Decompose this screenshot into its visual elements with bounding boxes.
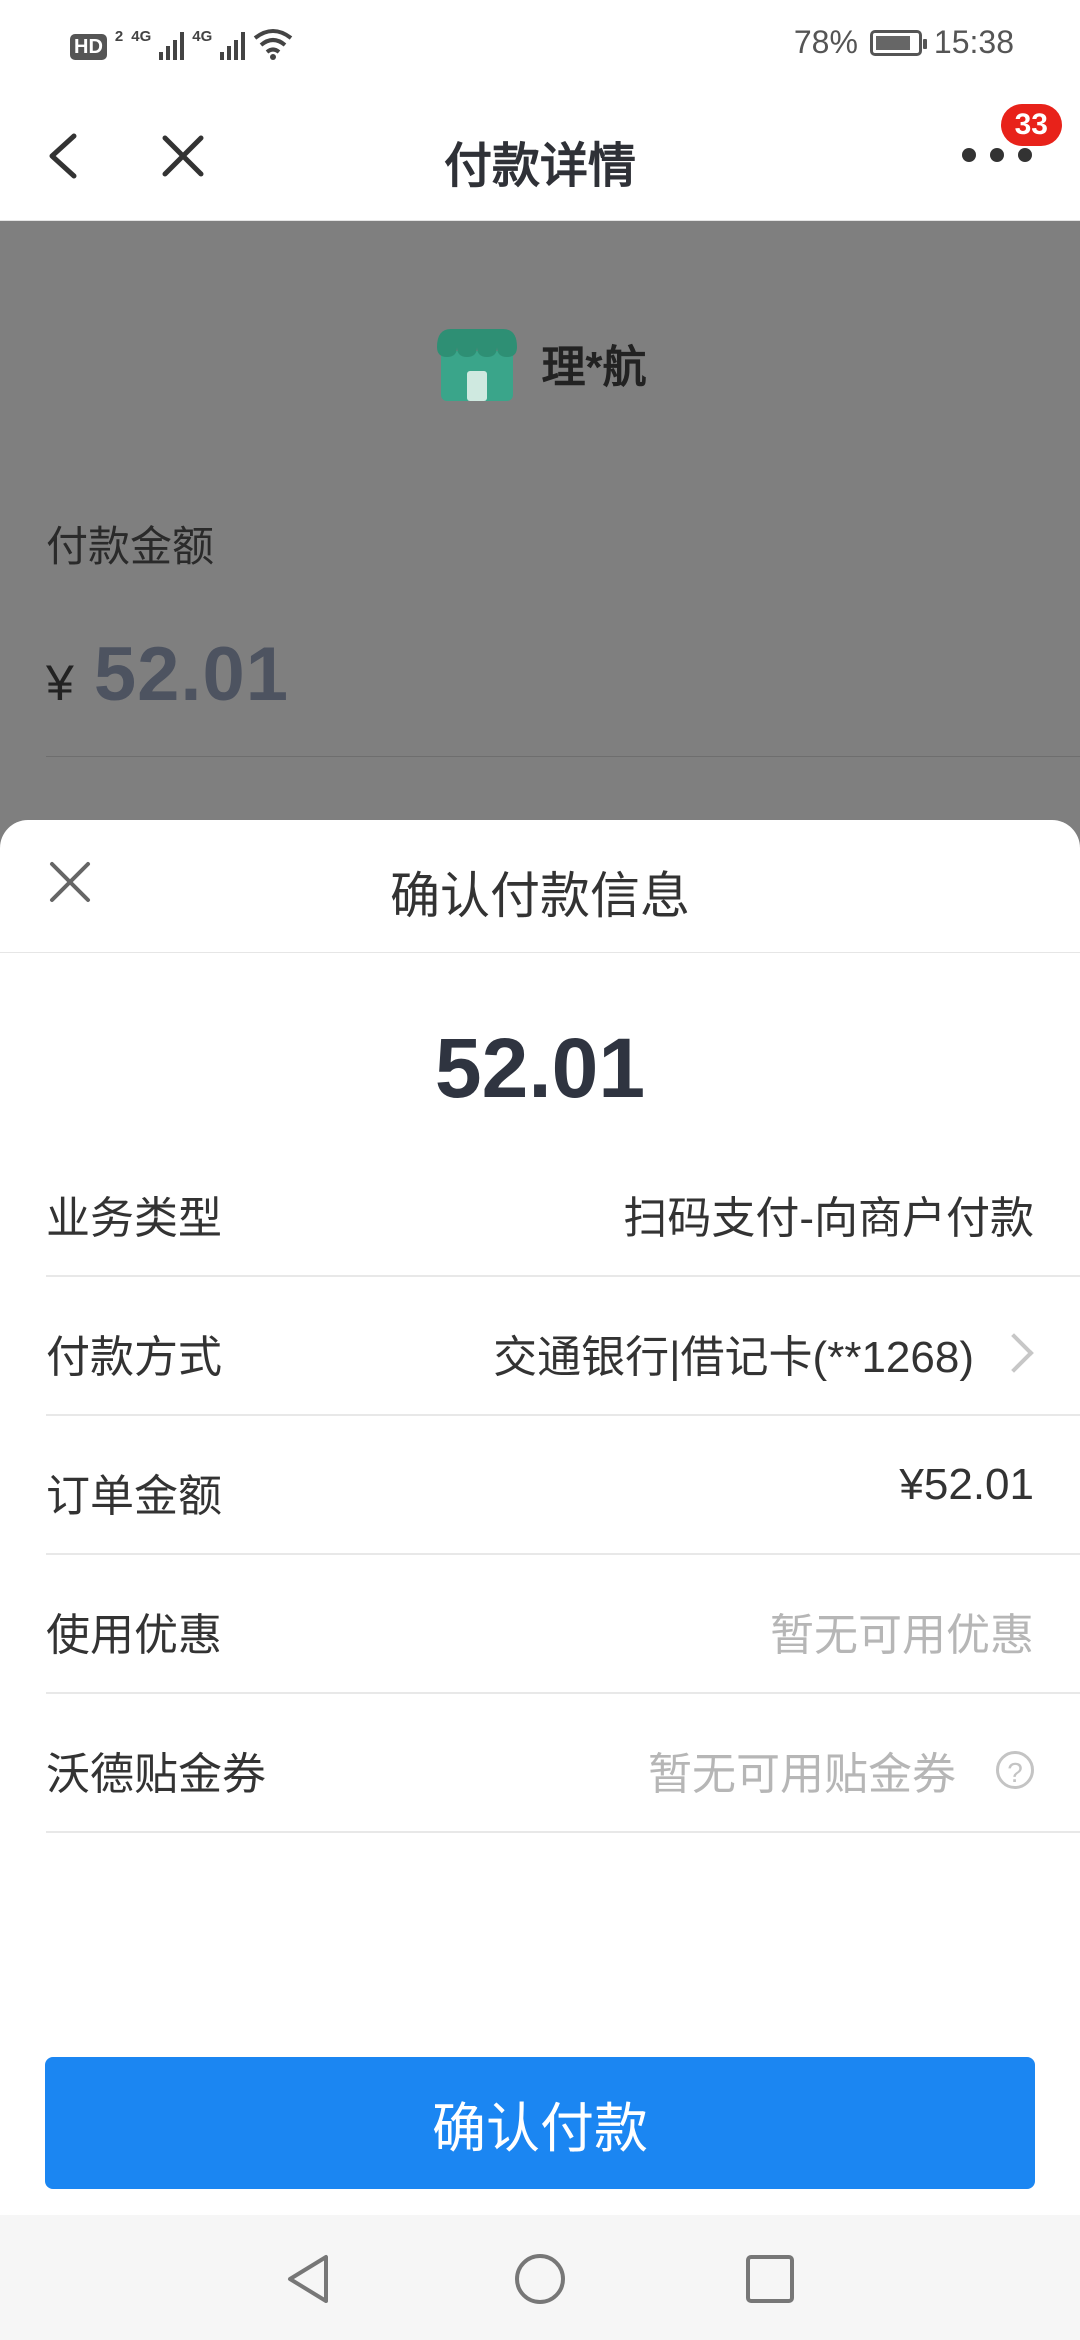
hd-indicator: HD: [70, 34, 107, 60]
background-page: 理*航 付款金额 ¥ 52.01: [0, 221, 1080, 921]
confirm-payment-sheet: 确认付款信息 52.01 业务类型 扫码支付-向商户付款 付款方式 交通银行|借…: [0, 820, 1080, 2215]
merchant-info: 理*航: [0, 325, 1080, 401]
amount-value: 52.01: [93, 632, 289, 717]
clock: 15:38: [933, 24, 1014, 60]
row-label: 订单金额: [46, 1472, 222, 1521]
row-value[interactable]: 交通银行|借记卡(**1268): [493, 1321, 1034, 1385]
sheet-title: 确认付款信息: [390, 868, 690, 924]
amount-label: 付款金额: [46, 523, 215, 570]
row-value: ¥52.01: [899, 1460, 1034, 1509]
status-bar: HD 2 4G 4G 78% 15:38: [0, 0, 1080, 90]
circle-home-icon[interactable]: [512, 2251, 568, 2307]
notification-badge: 33: [1000, 104, 1062, 146]
system-nav-bar: [0, 2215, 1080, 2340]
battery-percent: 78%: [793, 24, 858, 60]
status-right: 78% 15:38: [794, 24, 1014, 61]
row-label: 付款方式: [46, 1333, 222, 1382]
battery-icon: [869, 29, 927, 56]
payment-details-list: 业务类型 扫码支付-向商户付款 付款方式 交通银行|借记卡(**1268) 订单…: [46, 1138, 1080, 1833]
row-value: 暂无可用优惠: [770, 1611, 1034, 1660]
row-value: 暂无可用贴金券 ?: [648, 1738, 1034, 1802]
currency-symbol: ¥: [46, 655, 74, 711]
help-icon[interactable]: ?: [996, 1751, 1034, 1789]
row-business-type: 业务类型 扫码支付-向商户付款: [46, 1138, 1080, 1277]
merchant-name: 理*航: [541, 343, 647, 392]
signal-icon-1: [159, 30, 185, 60]
row-order-amount: 订单金额 ¥52.01: [46, 1416, 1080, 1555]
square-recent-icon[interactable]: [742, 2251, 798, 2307]
row-label: 使用优惠: [46, 1611, 222, 1660]
row-discount[interactable]: 使用优惠 暂无可用优惠: [46, 1555, 1080, 1694]
divider: [46, 756, 1080, 757]
signal-icon-2: [220, 30, 246, 60]
store-icon: [437, 329, 518, 401]
hd-sub: 2: [114, 28, 124, 45]
triangle-back-icon[interactable]: [282, 2251, 338, 2307]
network-type-1: 4G: [131, 28, 152, 45]
status-left: HD 2 4G 4G: [70, 28, 293, 60]
row-label: 业务类型: [46, 1194, 222, 1243]
confirm-payment-button[interactable]: 确认付款: [45, 2057, 1035, 2189]
payment-amount: 52.01: [434, 1021, 646, 1115]
row-payment-method[interactable]: 付款方式 交通银行|借记卡(**1268): [46, 1277, 1080, 1416]
nav-bar: 付款详情 33: [0, 90, 1080, 221]
amount-input: ¥ 52.01: [46, 631, 289, 718]
network-type-2: 4G: [192, 28, 213, 45]
row-label: 沃德贴金券: [46, 1750, 266, 1799]
sheet-header: 确认付款信息: [0, 820, 1080, 953]
row-gold-voucher[interactable]: 沃德贴金券 暂无可用贴金券 ?: [46, 1694, 1080, 1833]
chevron-right-icon: [994, 1333, 1034, 1373]
wifi-icon: [254, 29, 293, 60]
row-value: 扫码支付-向商户付款: [623, 1194, 1034, 1243]
page-title: 付款详情: [443, 140, 636, 193]
